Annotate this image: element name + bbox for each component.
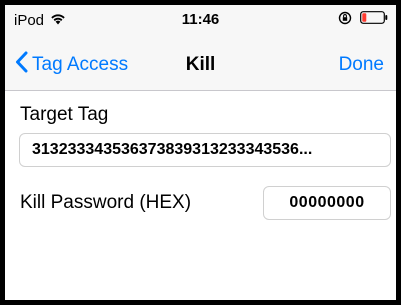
- status-right: [338, 11, 388, 30]
- status-bar: iPod 11:46: [5, 5, 396, 35]
- back-button[interactable]: Tag Access: [15, 51, 129, 79]
- done-button[interactable]: Done: [339, 54, 384, 76]
- navigation-bar: Tag Access Kill Done: [5, 35, 396, 91]
- chevron-left-icon: [15, 51, 28, 79]
- target-tag-field[interactable]: 31323334353637383931323334353​6...: [19, 133, 391, 167]
- screen: iPod 11:46 Tag Access Kill Done Target T…: [5, 5, 396, 300]
- kill-password-label: Kill Password (HEX): [20, 192, 192, 213]
- orientation-lock-icon: [338, 11, 352, 30]
- kill-form: Target Tag 31323334353637383931323334353…: [5, 91, 396, 300]
- device-frame: iPod 11:46 Tag Access Kill Done Target T…: [0, 0, 401, 305]
- target-tag-label: Target Tag: [20, 104, 109, 125]
- battery-low-icon: [360, 11, 388, 29]
- back-button-label: Tag Access: [32, 54, 129, 75]
- kill-password-field[interactable]: 00000000: [263, 186, 391, 220]
